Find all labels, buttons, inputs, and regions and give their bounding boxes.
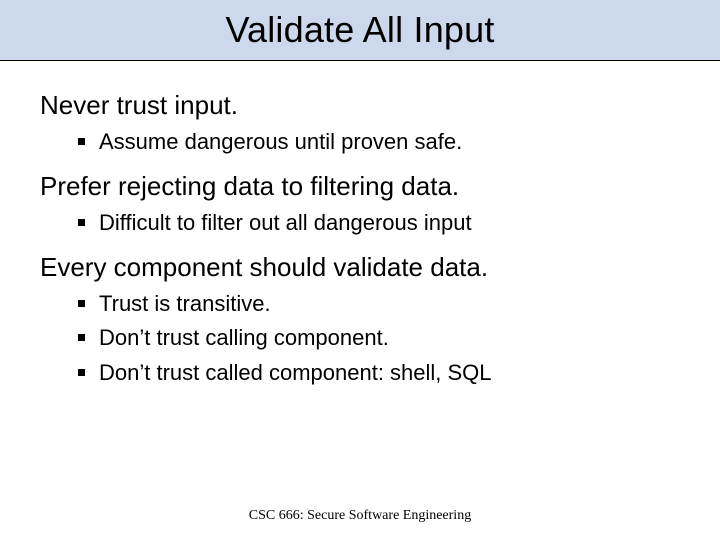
section-heading: Never trust input. xyxy=(40,89,680,122)
square-bullet-icon xyxy=(78,300,85,307)
slide-title: Validate All Input xyxy=(225,9,494,51)
square-bullet-icon xyxy=(78,138,85,145)
list-item: Assume dangerous until proven safe. xyxy=(78,128,680,157)
section-heading: Every component should validate data. xyxy=(40,251,680,284)
title-bar: Validate All Input xyxy=(0,0,720,61)
slide: Validate All Input Never trust input. As… xyxy=(0,0,720,540)
bullet-text: Difficult to filter out all dangerous in… xyxy=(99,209,472,238)
square-bullet-icon xyxy=(78,334,85,341)
bullet-text: Assume dangerous until proven safe. xyxy=(99,128,462,157)
square-bullet-icon xyxy=(78,219,85,226)
bullet-text: Don’t trust called component: shell, SQL xyxy=(99,359,492,388)
slide-footer: CSC 666: Secure Software Engineering xyxy=(0,508,720,524)
list-item: Difficult to filter out all dangerous in… xyxy=(78,209,680,238)
bullet-text: Trust is transitive. xyxy=(99,290,271,319)
list-item: Don’t trust called component: shell, SQL xyxy=(78,359,680,388)
slide-body: Never trust input. Assume dangerous unti… xyxy=(40,75,680,393)
list-item: Trust is transitive. xyxy=(78,290,680,319)
section-heading: Prefer rejecting data to filtering data. xyxy=(40,170,680,203)
square-bullet-icon xyxy=(78,369,85,376)
bullet-text: Don’t trust calling component. xyxy=(99,324,389,353)
list-item: Don’t trust calling component. xyxy=(78,324,680,353)
